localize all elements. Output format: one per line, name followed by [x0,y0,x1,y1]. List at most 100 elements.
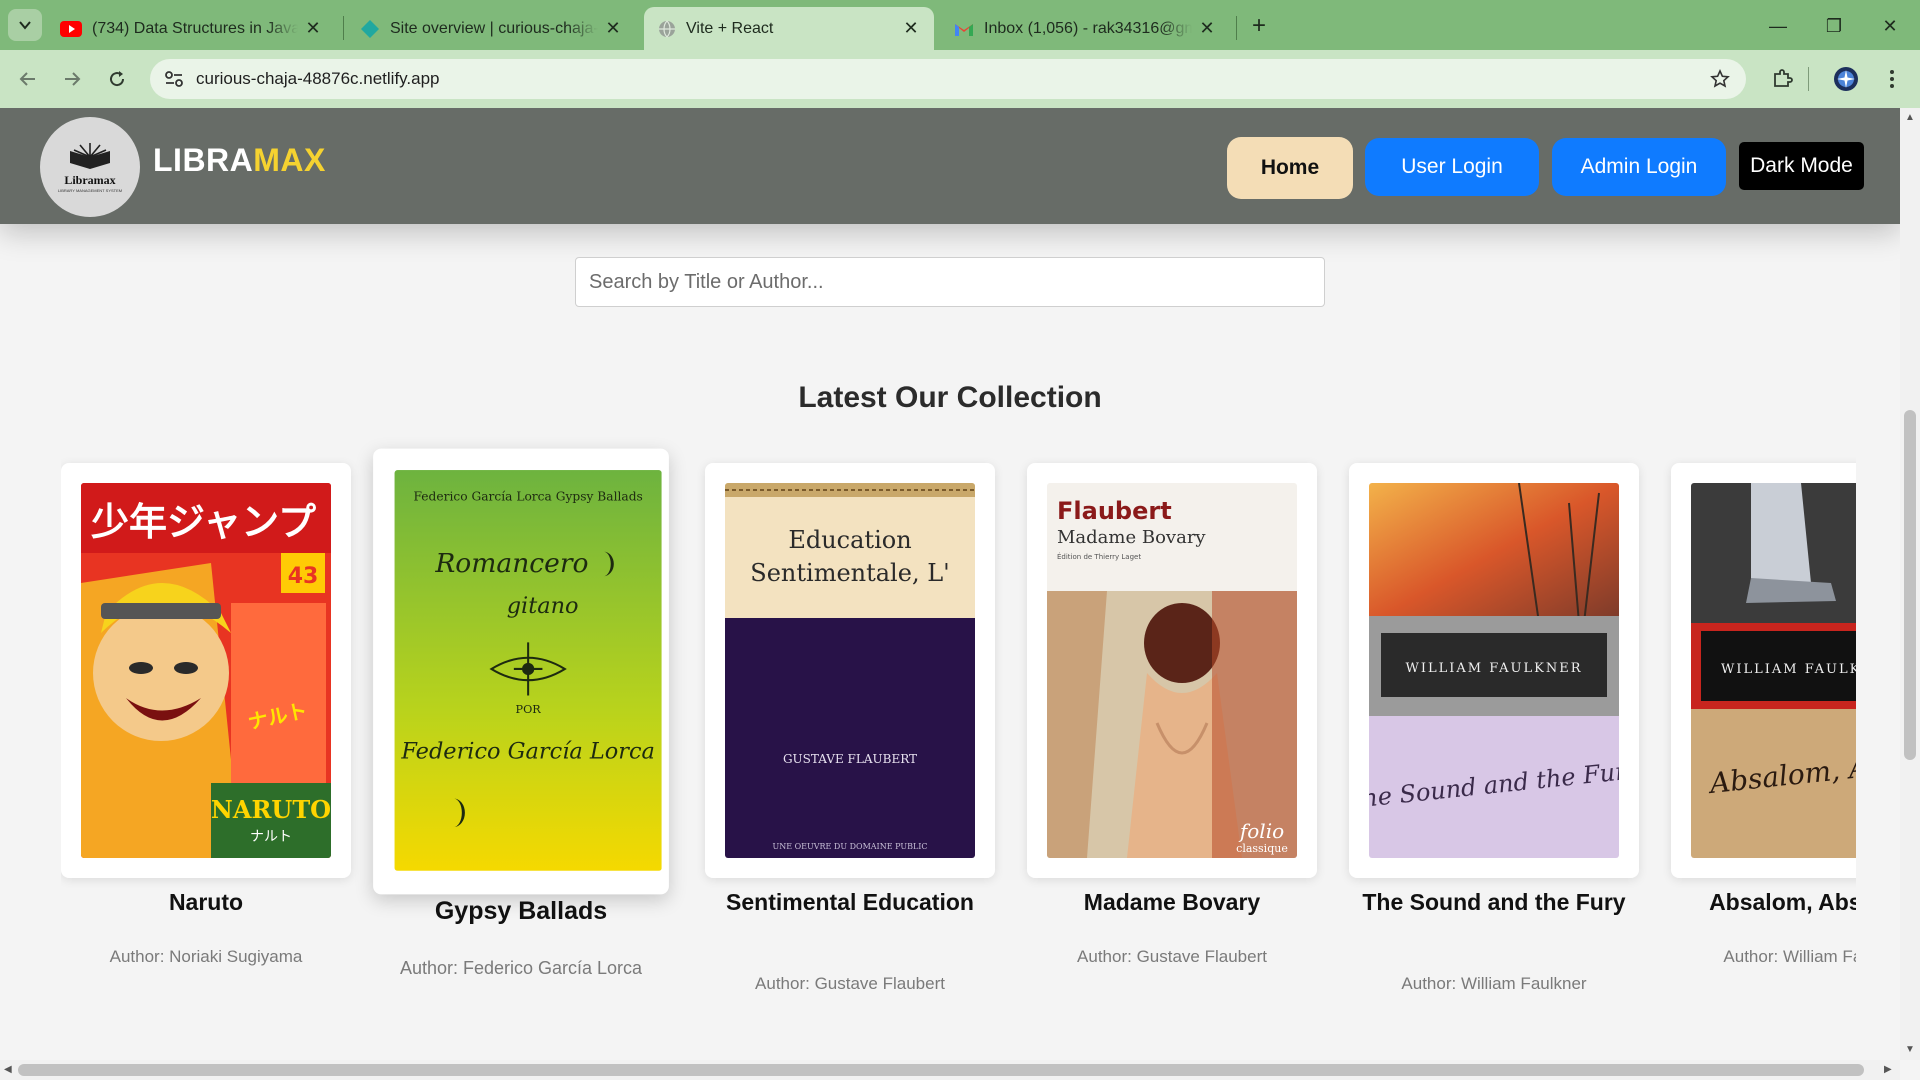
close-window-button[interactable]: ✕ [1870,12,1910,40]
cover-series-subtitle: ナルト [250,829,292,845]
section-title: Latest Our Collection [798,381,1102,414]
cover-line-1: Romancero [434,548,588,579]
arrow-right-icon [65,72,81,86]
reload-icon [110,71,125,87]
reload-button[interactable] [99,61,135,97]
cover-line-2: gitano [507,593,579,619]
tab-title: Inbox (1,056) - rak34316@gmail.com [984,19,1192,37]
tab-title: Vite + React [686,19,774,37]
forward-button[interactable] [54,61,90,97]
book-card-frame: 少年ジャンプ 43 ナルト NARUTO ナルト [61,463,351,878]
tab-gmail[interactable]: Inbox (1,056) - rak34316@gmail.com ✕ [940,7,1230,50]
book-cover-gypsy-ballads: Federico García Lorca Gypsy Ballads Roma… [394,470,662,871]
close-tab-icon[interactable]: ✕ [604,18,622,39]
cover-author: Flaubert [1057,497,1172,525]
cover-author: WILLIAM FAULKNER [1721,662,1856,677]
cover-series-title: NARUTO [211,795,331,824]
cover-author: WILLIAM FAULKNER [1406,661,1583,676]
brand-part-1: LIBRA [153,142,254,178]
url-text: curious-chaja-48876c.netlify.app [196,69,440,88]
book-title: Naruto [168,889,244,915]
dark-mode-button[interactable]: Dark Mode [1739,142,1864,190]
bookmark-star-icon[interactable] [1710,69,1730,89]
book-cover-naruto: 少年ジャンプ 43 ナルト NARUTO ナルト [81,483,331,858]
tab-search-button[interactable] [8,9,42,41]
more-vertical-icon [1890,70,1894,88]
scroll-up-icon[interactable]: ▲ [1905,112,1915,123]
cover-header: Federico García Lorca Gypsy Ballads [413,490,642,504]
profile-button[interactable] [1828,61,1864,97]
book-card-frame: WILLIAM FAULKNER The Sound and the Fury [1349,463,1639,878]
book-card-frame: WILLIAM FAULKNER Absalom, Absalom! [1671,463,1856,878]
address-bar[interactable]: curious-chaja-48876c.netlify.app [150,59,1746,99]
book-author: Author: Gustave Flaubert [1077,947,1267,966]
cover-issue-number: 43 [288,564,319,589]
scroll-down-icon[interactable]: ▼ [1905,1044,1915,1055]
avatar-icon [1834,67,1858,91]
logo-tagline: LIBRARY MANAGEMENT SYSTEM [57,188,123,193]
tab-vite-react[interactable]: Vite + React ✕ [644,7,934,50]
netlify-icon [361,19,379,38]
vertical-scrollbar[interactable]: ▲ ▼ [1900,108,1920,1060]
close-tab-icon[interactable]: ✕ [304,18,322,39]
gmail-icon [955,23,973,36]
cover-signature: Federico García Lorca [400,739,655,765]
close-tab-icon[interactable]: ✕ [1198,18,1216,39]
book-cover-madame-bovary: Flaubert Madame Bovary Édition de Thierr… [1047,483,1297,858]
toolbar-separator [1808,67,1809,91]
chevron-down-icon [19,21,31,30]
search-input[interactable] [575,257,1325,307]
book-cover-sound-and-fury: WILLIAM FAULKNER The Sound and the Fury [1369,483,1619,858]
close-tab-icon[interactable]: ✕ [902,18,920,39]
back-button[interactable] [10,61,46,97]
vertical-scroll-thumb[interactable] [1904,410,1916,760]
tab-youtube[interactable]: (734) Data Structures in Javascript ✕ [46,7,336,50]
tab-separator [343,16,344,40]
book-card-frame: Flaubert Madame Bovary Édition de Thierr… [1027,463,1317,878]
browser-toolbar: curious-chaja-48876c.netlify.app [0,50,1920,108]
cover-footer: UNE OEUVRE DU DOMAINE PUBLIC [772,842,927,851]
logo-text: Libramax [64,173,116,187]
tab-separator [1236,16,1237,40]
admin-login-button[interactable]: Admin Login [1552,138,1726,196]
book-title: The Sound and the Fury [1362,889,1626,915]
app-navbar: Libramax LIBRARY MANAGEMENT SYSTEM LIBRA… [0,108,1900,224]
scroll-right-icon[interactable]: ▶ [1884,1064,1892,1075]
book-card-frame: Federico García Lorca Gypsy Ballads Roma… [373,448,669,895]
cover-publisher: folio [1238,819,1284,843]
book-author: Author: William Faulkner [1401,974,1587,993]
site-settings-icon[interactable] [164,70,184,88]
book-cover-sentimental-education: Education Sentimentale, L' GUSTAVE FLAUB… [725,483,975,858]
book-cover-absalom: WILLIAM FAULKNER Absalom, Absalom! [1691,483,1856,858]
book-title: Gypsy Ballads [434,897,608,925]
horizontal-scroll-thumb[interactable] [18,1064,1864,1076]
scroll-left-icon[interactable]: ◀ [4,1064,12,1075]
book-author: Author: William Faulkner [1723,947,1856,966]
book-logo-icon [70,143,110,169]
logo[interactable]: Libramax LIBRARY MANAGEMENT SYSTEM [40,117,140,217]
extensions-button[interactable] [1764,61,1800,97]
new-tab-button[interactable]: + [1244,11,1274,41]
youtube-icon [60,20,82,37]
book-title: Sentimental Education [726,889,974,915]
cover-edition: Édition de Thierry Laget [1057,552,1141,561]
brand-name[interactable]: LIBRAMAX [153,142,326,179]
tab-title: (734) Data Structures in Javascript [92,19,298,37]
cover-line-1: Education [788,526,911,554]
user-login-button[interactable]: User Login [1365,138,1539,196]
restore-button[interactable]: ❐ [1814,12,1854,40]
book-author: Author: Gustave Flaubert [755,974,945,993]
arrow-left-icon [19,72,35,86]
puzzle-icon [1774,69,1793,87]
page-viewport: 少年ジャンプ 43 ナルト NARUTO ナルト Naruto Author: … [0,108,1900,1060]
book-title: Madame Bovary [1083,889,1261,915]
horizontal-scrollbar[interactable]: ◀ ▶ [0,1060,1900,1080]
book-collection: 少年ジャンプ 43 ナルト NARUTO ナルト Naruto Author: … [61,108,1856,1060]
home-button[interactable]: Home [1227,137,1353,199]
brand-part-2: MAX [253,142,326,178]
cover-series: classique [1236,842,1288,855]
tab-netlify[interactable]: Site overview | curious-chaja-48876c ✕ [346,7,636,50]
cover-magazine-title: 少年ジャンプ [91,500,316,544]
browser-menu-button[interactable] [1874,61,1910,97]
minimize-button[interactable]: — [1758,12,1798,40]
